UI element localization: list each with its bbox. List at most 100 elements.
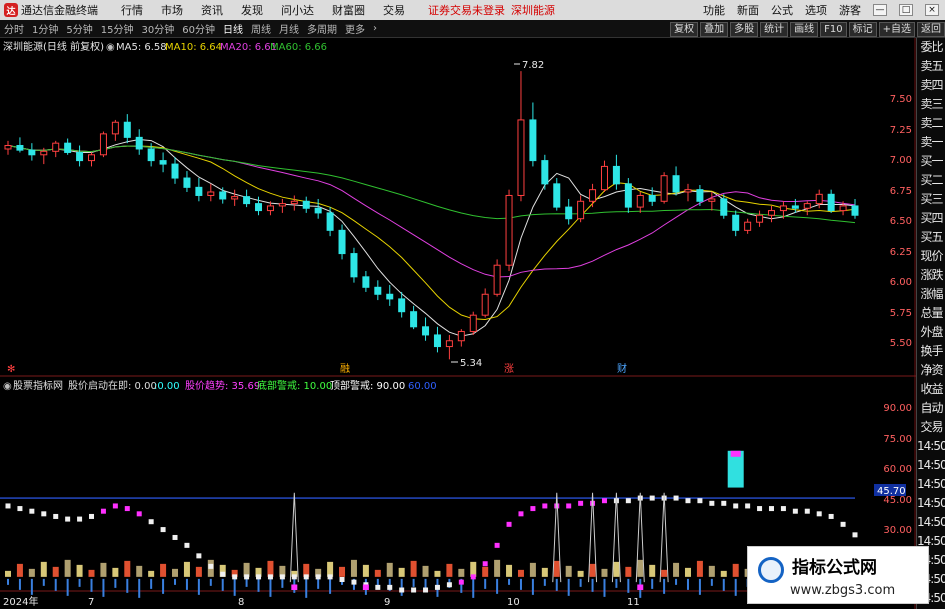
- indicator-neg-bar: [555, 578, 558, 591]
- side-item[interactable]: 涨幅: [917, 285, 945, 304]
- menu-item-market[interactable]: 行情: [121, 2, 143, 18]
- candle-body: [851, 205, 859, 216]
- tool-statistics[interactable]: 统计: [760, 21, 789, 37]
- indicator-neg-bar: [317, 578, 320, 589]
- side-item[interactable]: 买五: [917, 228, 945, 247]
- indicator-bar: [637, 559, 644, 577]
- side-item[interactable]: 外盘: [917, 323, 945, 342]
- side-item[interactable]: 净资: [917, 361, 945, 380]
- trend-dot: [840, 521, 846, 527]
- tab-15min[interactable]: 15分钟: [101, 21, 134, 36]
- tab-multi-period[interactable]: 多周期: [307, 21, 337, 36]
- trend-dot: [232, 574, 238, 580]
- tab-monthly[interactable]: 月线: [279, 21, 299, 36]
- tool-mark[interactable]: 标记: [848, 21, 877, 37]
- chevron-right-icon[interactable]: ›: [373, 23, 377, 34]
- candle-body: [147, 148, 155, 162]
- side-item[interactable]: 涨跌: [917, 266, 945, 285]
- indicator-neg-bar: [531, 578, 534, 595]
- tab-weekly[interactable]: 周线: [251, 21, 271, 36]
- tab-daily[interactable]: 日线: [223, 21, 243, 36]
- indicator-neg-bar: [90, 578, 93, 592]
- right-toolbar: 复权 叠加 多股 统计 画线 F10 标记 +自选 返回: [668, 20, 945, 38]
- sub-tick: 90.00: [883, 403, 912, 414]
- tab-60min[interactable]: 60分钟: [182, 21, 215, 36]
- trend-dot: [339, 576, 345, 582]
- side-item[interactable]: 收益: [917, 380, 945, 399]
- event-mark[interactable]: ✻: [7, 364, 15, 375]
- price-tick: 5.50: [890, 338, 912, 349]
- tool-adjust[interactable]: 复权: [670, 21, 699, 37]
- candle-body: [791, 205, 799, 209]
- menu-item-ask[interactable]: 问小达: [281, 2, 314, 18]
- maximize-icon[interactable]: □: [899, 4, 913, 16]
- event-mark[interactable]: 融: [340, 363, 350, 375]
- menu-item-wealth[interactable]: 财富圈: [332, 2, 365, 18]
- side-item[interactable]: 买一: [917, 152, 945, 171]
- tab-30min[interactable]: 30分钟: [141, 21, 174, 36]
- price-tick: 6.75: [890, 186, 912, 197]
- candle-body: [111, 121, 119, 135]
- side-item[interactable]: 交易: [917, 418, 945, 437]
- side-item[interactable]: 自动: [917, 399, 945, 418]
- side-item[interactable]: 总量: [917, 304, 945, 323]
- tab-5min[interactable]: 5分钟: [66, 21, 92, 36]
- menu-item-trade[interactable]: 交易: [383, 2, 405, 18]
- menu-options[interactable]: 选项: [805, 2, 827, 18]
- trend-dot: [375, 584, 381, 590]
- side-item[interactable]: 卖三: [917, 95, 945, 114]
- candle-body: [422, 326, 430, 336]
- indicator-neg-bar: [102, 578, 105, 597]
- tool-draw[interactable]: 画线: [790, 21, 819, 37]
- menu-function[interactable]: 功能: [703, 2, 725, 18]
- close-icon[interactable]: ×: [925, 4, 939, 16]
- trend-dot: [244, 574, 250, 580]
- tab-timeshare[interactable]: 分时: [4, 21, 24, 36]
- tab-more[interactable]: 更多: [345, 21, 365, 36]
- side-item[interactable]: 换手: [917, 342, 945, 361]
- tool-multi-stock[interactable]: 多股: [730, 21, 759, 37]
- indicator-bar: [720, 570, 727, 577]
- candle-body: [290, 200, 298, 205]
- tool-add-watch[interactable]: +自选: [878, 21, 915, 37]
- trend-dot: [65, 516, 71, 522]
- login-warning[interactable]: 证券交易未登录: [428, 2, 505, 18]
- side-item[interactable]: 卖四: [917, 76, 945, 95]
- candle-body: [52, 142, 60, 152]
- trend-dot: [745, 503, 751, 509]
- stock-link[interactable]: 深圳能源: [511, 2, 555, 18]
- side-item[interactable]: 卖一: [917, 133, 945, 152]
- trend-dot: [303, 574, 309, 580]
- event-mark[interactable]: 涨: [504, 363, 514, 375]
- tool-overlay[interactable]: 叠加: [700, 21, 729, 37]
- event-mark[interactable]: 财: [617, 362, 627, 375]
- menu-item-news[interactable]: 资讯: [201, 2, 223, 18]
- tool-f10[interactable]: F10: [820, 21, 847, 37]
- trend-dot: [279, 574, 285, 580]
- side-item[interactable]: 买四: [917, 209, 945, 228]
- side-item[interactable]: 卖二: [917, 114, 945, 133]
- tool-back[interactable]: 返回: [917, 21, 945, 37]
- candle-body: [278, 203, 286, 207]
- candle-body: [756, 214, 764, 223]
- indicator-trend: 股价趋势: 35.69: [185, 379, 260, 392]
- chart-area[interactable]: 深圳能源(日线 前复权) ◉ MA5: 6.58 MA10: 6.64 MA20…: [0, 38, 916, 609]
- side-item[interactable]: 卖五: [917, 57, 945, 76]
- tab-1min[interactable]: 1分钟: [32, 21, 58, 36]
- side-item[interactable]: 现价: [917, 247, 945, 266]
- settings-icon[interactable]: ◉: [3, 381, 12, 392]
- trend-dot: [828, 513, 834, 519]
- menu-item-discover[interactable]: 发现: [241, 2, 263, 18]
- menu-formula[interactable]: 公式: [771, 2, 793, 18]
- candle-body: [779, 205, 787, 212]
- menu-new-page[interactable]: 新面: [737, 2, 759, 18]
- indicator-bar: [386, 562, 393, 577]
- settings-icon[interactable]: ◉: [106, 42, 115, 53]
- side-item[interactable]: 买二: [917, 171, 945, 190]
- user-guest[interactable]: 游客: [839, 2, 861, 18]
- candle-body: [660, 175, 668, 202]
- minimize-icon[interactable]: —: [873, 4, 887, 16]
- side-item[interactable]: 委比: [917, 38, 945, 57]
- menu-item-exchange[interactable]: 市场: [161, 2, 183, 18]
- side-item[interactable]: 买三: [917, 190, 945, 209]
